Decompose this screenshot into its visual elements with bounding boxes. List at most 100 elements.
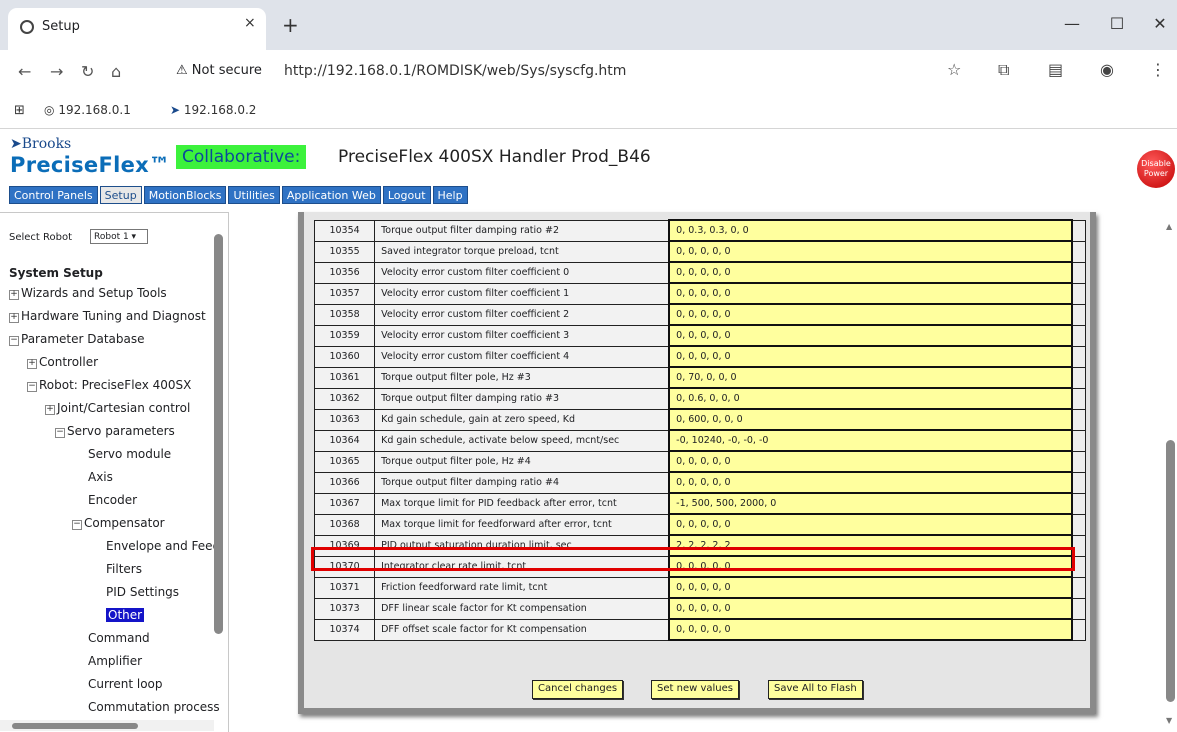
home-icon[interactable]: ⌂: [111, 62, 121, 81]
new-tab-icon[interactable]: +: [282, 13, 299, 37]
disable-power-button[interactable]: Disable Power: [1137, 150, 1175, 188]
tree-item-amplifier[interactable]: Amplifier: [88, 654, 142, 668]
tree-item-controller[interactable]: + Controller: [27, 355, 98, 369]
tree-item-hardware-tuning[interactable]: + Hardware Tuning and Diagnost: [9, 309, 206, 323]
param-value-input[interactable]: 0, 70, 0, 0, 0: [668, 366, 1073, 389]
main-scrollbar-thumb[interactable]: [1166, 440, 1175, 702]
tree-item-command[interactable]: Command: [88, 631, 150, 645]
bookmark-label: 192.168.0.2: [183, 103, 257, 117]
tree-item-servo-module[interactable]: Servo module: [88, 447, 171, 461]
tree-item-filters[interactable]: Filters: [106, 562, 142, 576]
tree-item-robot[interactable]: − Robot: PreciseFlex 400SX: [27, 378, 191, 392]
tree-item-pid-settings[interactable]: PID Settings: [106, 585, 179, 599]
tree-item-current-loop[interactable]: Current loop: [88, 677, 163, 691]
profile-icon[interactable]: ◉: [1100, 60, 1114, 79]
param-spacer: [1071, 366, 1086, 389]
param-spacer: [1071, 387, 1086, 410]
tree-item-servo-parameters[interactable]: − Servo parameters: [55, 424, 175, 438]
menu-utilities[interactable]: Utilities: [228, 186, 280, 204]
extensions-icon[interactable]: ⧉: [998, 60, 1009, 80]
menu-control-panels[interactable]: Control Panels: [9, 186, 98, 204]
param-spacer: [1071, 303, 1086, 326]
tree-item-envelope[interactable]: Envelope and Feed: [106, 539, 220, 553]
close-window-icon[interactable]: ✕: [1140, 14, 1177, 33]
tree-item-encoder[interactable]: Encoder: [88, 493, 137, 507]
expand-icon[interactable]: +: [45, 405, 55, 415]
back-icon[interactable]: ←: [18, 62, 31, 81]
param-value-input[interactable]: 0, 0, 0, 0, 0: [668, 597, 1073, 620]
param-value-input[interactable]: 0, 0, 0, 0, 0: [668, 303, 1073, 326]
param-value-input[interactable]: 0, 0, 0, 0, 0: [668, 618, 1073, 641]
collapse-icon[interactable]: −: [27, 382, 37, 392]
param-value-input[interactable]: 0, 0, 0, 0, 0: [668, 471, 1073, 494]
expand-icon[interactable]: +: [9, 290, 19, 300]
scroll-up-icon[interactable]: ▲: [1166, 222, 1172, 231]
param-value-input[interactable]: 0, 0, 0, 0, 0: [668, 450, 1073, 473]
forward-icon[interactable]: →: [50, 62, 63, 81]
tree-item-parameter-database[interactable]: − Parameter Database: [9, 332, 145, 346]
select-robot-dropdown[interactable]: Robot 1 ▾: [90, 229, 148, 244]
bookmark-1[interactable]: ◎ 192.168.0.1: [44, 103, 131, 117]
not-secure-badge[interactable]: ⚠ Not secure: [176, 63, 262, 78]
minimize-icon[interactable]: —: [1052, 14, 1092, 33]
param-value-input[interactable]: 0, 0.6, 0, 0, 0: [668, 387, 1073, 410]
param-description: Velocity error custom filter coefficient…: [374, 282, 670, 305]
param-id: 10364: [313, 429, 376, 452]
tab-close-icon[interactable]: ×: [244, 15, 256, 31]
param-value-input[interactable]: 0, 0, 0, 0, 0: [668, 513, 1073, 536]
collapse-icon[interactable]: −: [9, 336, 19, 346]
param-description: Torque output filter damping ratio #4: [374, 471, 670, 494]
cancel-changes-button[interactable]: Cancel changes: [532, 680, 624, 699]
tree-item-wizards[interactable]: + Wizards and Setup Tools: [9, 286, 167, 300]
menu-logout[interactable]: Logout: [382, 186, 431, 204]
horizontal-scrollbar-thumb[interactable]: [12, 723, 138, 729]
param-value-input[interactable]: 0, 0, 0, 0, 0: [668, 324, 1073, 347]
param-value-input[interactable]: 0, 0, 0, 0, 0: [668, 282, 1073, 305]
param-value-input[interactable]: 0, 0, 0, 0, 0: [668, 261, 1073, 284]
param-description: Torque output filter damping ratio #3: [374, 387, 670, 410]
tree-label: Wizards and Setup Tools: [21, 286, 167, 300]
sidebar-scrollbar-thumb[interactable]: [214, 234, 223, 634]
menu-setup[interactable]: Setup: [99, 186, 142, 204]
menu-kebab-icon[interactable]: ⋮: [1150, 60, 1166, 79]
menu-motionblocks[interactable]: MotionBlocks: [143, 186, 227, 204]
tree-item-joint-cartesian[interactable]: + Joint/Cartesian control: [45, 401, 190, 415]
tree-item-other-selected[interactable]: Other: [106, 608, 145, 622]
apps-grid-icon[interactable]: ⊞: [14, 103, 25, 118]
tree-item-axis[interactable]: Axis: [88, 470, 113, 484]
brooks-logo: ➤Brooks: [10, 136, 72, 152]
param-description: Kd gain schedule, gain at zero speed, Kd: [374, 408, 670, 431]
menu-application-web[interactable]: Application Web: [281, 186, 381, 204]
param-value-input[interactable]: -1, 500, 500, 2000, 0: [668, 492, 1073, 515]
menu-help[interactable]: Help: [432, 186, 468, 204]
param-value-input[interactable]: 0, 0, 0, 0, 0: [668, 240, 1073, 263]
collapse-icon[interactable]: −: [72, 520, 82, 530]
tree-item-commutation[interactable]: Commutation process: [88, 700, 220, 714]
reload-icon[interactable]: ↻: [81, 62, 94, 81]
expand-icon[interactable]: +: [9, 313, 19, 323]
tree-label: Compensator: [84, 516, 165, 530]
param-value-input[interactable]: -0, 10240, -0, -0, -0: [668, 429, 1073, 452]
set-new-values-button[interactable]: Set new values: [651, 680, 739, 699]
param-row: 10374 DFF offset scale factor for Kt comp…: [313, 618, 1086, 641]
param-value-input[interactable]: 0, 0, 0, 0, 0: [668, 576, 1073, 599]
collapse-icon[interactable]: −: [55, 428, 65, 438]
param-row: 10367 Max torque limit for PID feedback a…: [313, 492, 1086, 515]
param-id: 10354: [313, 219, 376, 242]
param-spacer: [1071, 576, 1086, 599]
star-icon[interactable]: ☆: [947, 60, 961, 79]
save-all-to-flash-button[interactable]: Save All to Flash: [768, 680, 863, 699]
bookmark-2[interactable]: ➤ 192.168.0.2: [170, 103, 256, 117]
expand-icon[interactable]: +: [27, 359, 37, 369]
scroll-down-icon[interactable]: ▼: [1166, 716, 1172, 725]
maximize-icon[interactable]: ☐: [1097, 14, 1137, 33]
globe-icon: [20, 20, 34, 34]
param-value-input[interactable]: 0, 0, 0, 0, 0: [668, 345, 1073, 368]
param-value-input[interactable]: 0, 600, 0, 0, 0: [668, 408, 1073, 431]
reading-mode-icon[interactable]: ▤: [1048, 60, 1063, 79]
tree-item-compensator[interactable]: − Compensator: [72, 516, 165, 530]
param-value-input[interactable]: 0, 0.3, 0.3, 0, 0: [668, 219, 1073, 242]
param-description: Velocity error custom filter coefficient…: [374, 345, 670, 368]
main-menu: Control Panels Setup MotionBlocks Utilit…: [9, 186, 468, 204]
address-bar[interactable]: http://192.168.0.1/ROMDISK/web/Sys/syscf…: [284, 63, 626, 79]
